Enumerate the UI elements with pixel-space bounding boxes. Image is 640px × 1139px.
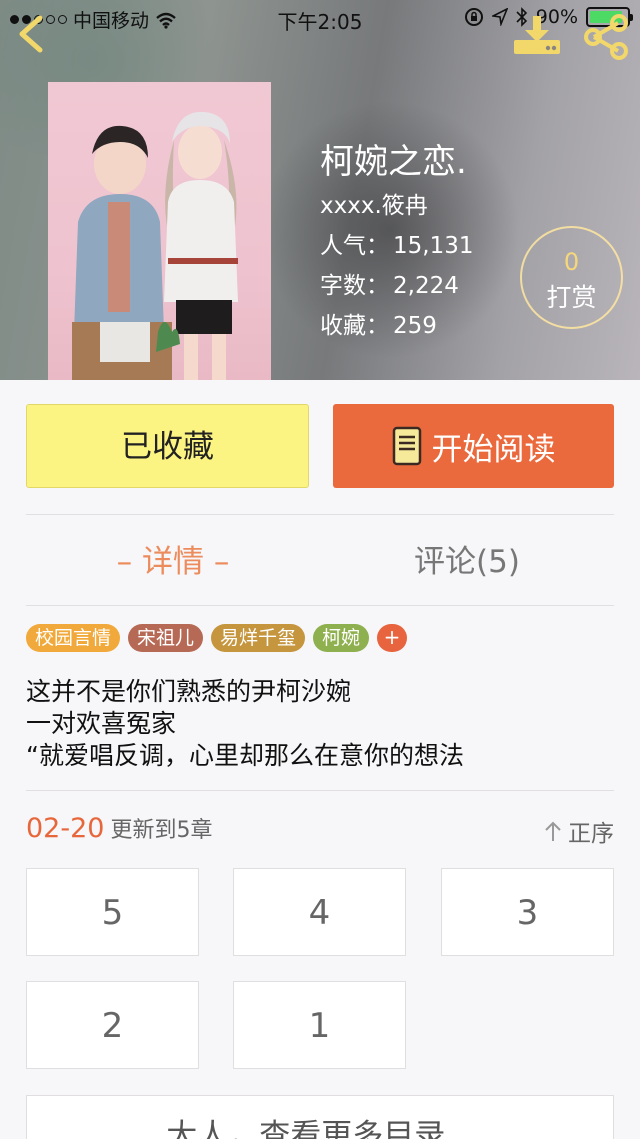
chapter-button[interactable]: 5 — [26, 868, 199, 956]
book-cover[interactable] — [48, 82, 271, 380]
update-text: 更新到5章 — [110, 818, 213, 843]
book-description: 这并不是你们熟悉的尹柯沙婉 一对欢喜冤家 “就爱唱反调，心里却那么在意你的想法 — [26, 676, 464, 772]
reward-button[interactable]: 0 打赏 — [520, 226, 623, 329]
sort-toggle[interactable]: 正序 — [544, 814, 614, 848]
description-line: 一对欢喜冤家 — [26, 709, 177, 738]
stat-favorites: 收藏： 259 — [320, 306, 437, 340]
stat-label: 字数： — [320, 273, 389, 299]
stat-label: 收藏： — [320, 313, 389, 339]
stat-label: 人气： — [320, 233, 389, 259]
more-chapters-button[interactable]: 大人，查看更多目录 ⌄ — [26, 1095, 614, 1139]
arrow-up-icon — [545, 821, 561, 841]
divider — [26, 514, 614, 515]
tab-detail[interactable]: – 详情 – — [26, 536, 320, 581]
tag-list: 校园言情 宋祖儿 易烊千玺 柯婉 + — [26, 624, 408, 652]
chapter-button[interactable]: 3 — [441, 868, 614, 956]
cover-illustration — [72, 111, 238, 380]
back-icon[interactable] — [14, 14, 50, 54]
share-icon[interactable] — [582, 14, 630, 60]
update-date: 02-20 — [26, 813, 105, 844]
start-reading-label: 开始阅读 — [431, 431, 556, 468]
chapter-button[interactable]: 1 — [233, 981, 406, 1069]
chapter-button[interactable]: 2 — [26, 981, 199, 1069]
more-chapters-label: 大人，查看更多目录 — [166, 1118, 446, 1139]
stat-popularity: 人气： 15,131 — [320, 226, 473, 260]
download-icon[interactable] — [512, 14, 562, 58]
reward-label: 打赏 — [546, 283, 597, 312]
book-author[interactable]: xxxx.筱冉 — [320, 186, 428, 220]
book-title: 柯婉之恋. — [320, 142, 467, 182]
divider — [26, 790, 614, 791]
tab-comments[interactable]: 评论(5) — [320, 536, 614, 581]
book-icon — [392, 426, 421, 466]
stat-word-count: 字数： 2,224 — [320, 266, 459, 300]
location-icon — [491, 8, 508, 26]
tag-item[interactable]: 柯婉 — [313, 624, 370, 652]
update-info: 02-20 更新到5章 — [26, 812, 212, 844]
chapter-button[interactable]: 4 — [233, 868, 406, 956]
stat-value: 2,224 — [393, 273, 459, 299]
description-line: 这并不是你们熟悉的尹柯沙婉 — [26, 677, 352, 706]
favorited-button[interactable]: 已收藏 — [26, 404, 309, 488]
sort-label: 正序 — [568, 821, 614, 847]
start-reading-button[interactable]: 开始阅读 — [333, 404, 614, 488]
tag-item[interactable]: 校园言情 — [26, 624, 121, 652]
stat-value: 259 — [393, 313, 437, 339]
description-line: “就爱唱反调，心里却那么在意你的想法 — [26, 741, 464, 770]
reward-count: 0 — [563, 248, 580, 276]
chevron-down-icon: ⌄ — [455, 1127, 473, 1139]
tag-item[interactable]: 宋祖儿 — [128, 624, 204, 652]
divider — [26, 605, 614, 606]
tag-item[interactable]: 易烊千玺 — [211, 624, 306, 652]
orientation-lock-icon — [464, 8, 483, 26]
add-tag-button[interactable]: + — [377, 624, 408, 652]
stat-value: 15,131 — [393, 233, 474, 259]
